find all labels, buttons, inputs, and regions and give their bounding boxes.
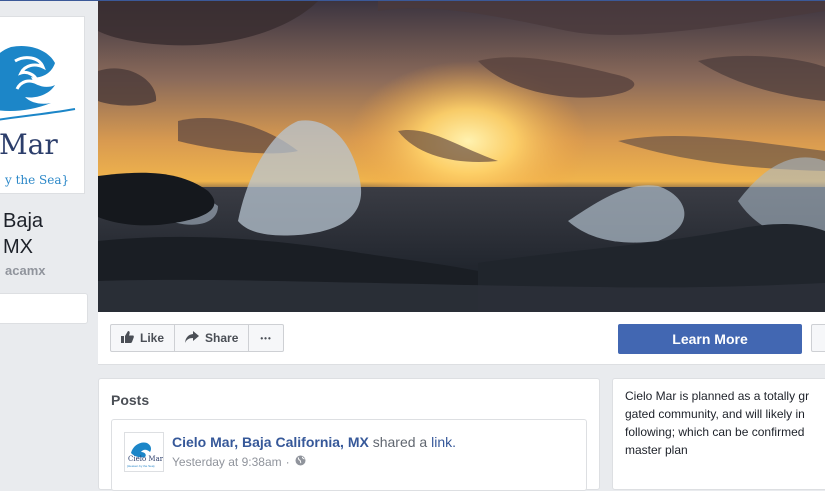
about-line-1: Cielo Mar is planned as a totally gr: [625, 389, 810, 403]
cover-photo-image: [98, 1, 825, 312]
learn-more-label: Learn More: [672, 331, 748, 347]
more-dots-icon: •••: [260, 333, 272, 343]
post-action-text: shared a link.: [373, 434, 456, 450]
cover-photo[interactable]: [98, 1, 825, 312]
page-username[interactable]: acamx: [5, 263, 45, 278]
page-title-line1: Baja: [3, 210, 44, 232]
page-title[interactable]: Baja MX: [3, 208, 83, 260]
logo-tagline: y the Sea}: [5, 173, 70, 187]
learn-more-button[interactable]: Learn More: [618, 324, 802, 354]
like-button[interactable]: Like: [110, 324, 176, 352]
avatar-tagline: {Heaven by the Sea}: [127, 464, 155, 468]
post-action-prefix: shared a: [372, 434, 428, 450]
avatar-text: Cielo Mar: [128, 455, 164, 463]
profile-picture[interactable]: Mar y the Sea}: [0, 17, 84, 193]
posts-heading[interactable]: Posts: [111, 392, 149, 408]
about-line-3: following; which can be confirmed: [625, 425, 805, 439]
more-options-button[interactable]: •••: [249, 324, 284, 352]
wave-logo-icon: [0, 17, 84, 193]
share-arrow-icon: [185, 330, 200, 346]
page-title-line2: MX: [3, 236, 33, 258]
post-meta: Yesterday at 9:38am ·: [172, 455, 306, 469]
about-section: Cielo Mar is planned as a totally gr gat…: [612, 378, 825, 490]
action-button-group: Like Share •••: [110, 324, 284, 352]
about-description: Cielo Mar is planned as a totally gr gat…: [625, 387, 825, 459]
page-action-bar: Like Share ••• Learn More: [98, 312, 825, 365]
post-card: Cielo Mar {Heaven by the Sea} Cielo Mar,…: [111, 419, 587, 491]
meta-separator: ·: [285, 455, 290, 469]
logo-wordmark: Mar: [0, 128, 58, 161]
post-header: Cielo Mar, Baja California, MX shared a …: [172, 434, 456, 450]
profile-picture-frame[interactable]: Mar y the Sea}: [0, 16, 85, 194]
share-label: Share: [205, 331, 239, 345]
post-timestamp[interactable]: Yesterday at 9:38am: [172, 455, 282, 469]
globe-icon[interactable]: [295, 455, 306, 469]
left-nav-item[interactable]: [0, 293, 88, 324]
share-button[interactable]: Share: [175, 324, 250, 352]
about-line-2: gated community, and will likely in: [625, 407, 805, 421]
post-action-link[interactable]: link.: [431, 434, 456, 450]
about-line-4: master plan: [625, 443, 688, 457]
posts-section: Posts Cielo Mar {Heaven by the Sea} Ciel…: [98, 378, 600, 491]
like-label: Like: [140, 331, 165, 345]
post-author-link[interactable]: Cielo Mar, Baja California, MX: [172, 434, 369, 450]
secondary-action-button[interactable]: [811, 324, 825, 352]
thumbs-up-icon: [121, 330, 134, 346]
post-avatar[interactable]: Cielo Mar {Heaven by the Sea}: [124, 432, 164, 472]
